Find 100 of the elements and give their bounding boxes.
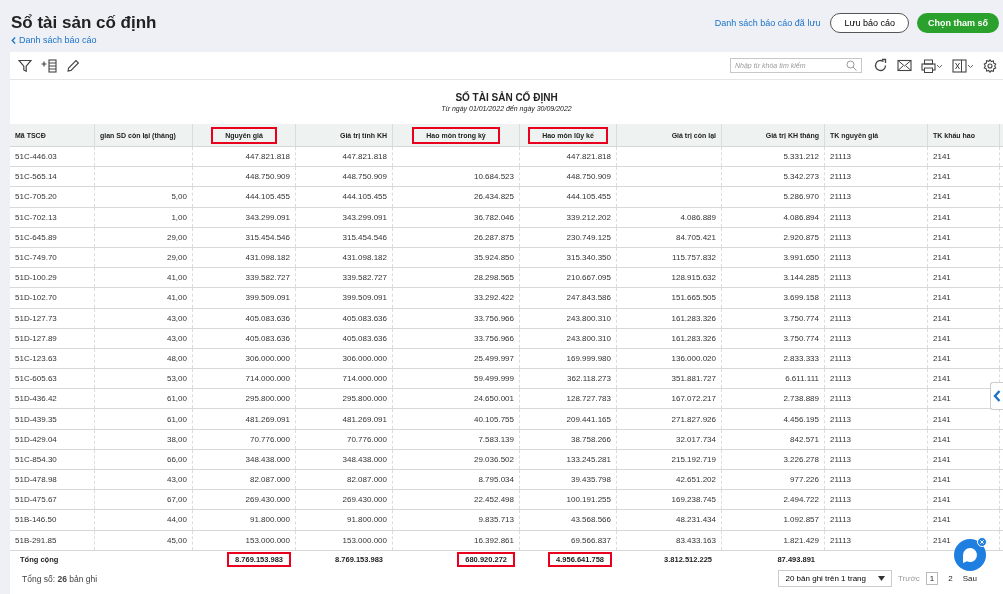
page-number[interactable]: 2 [944, 572, 957, 586]
table-cell: 343.299.091 [245, 212, 290, 222]
table-cell: 42.651.202 [675, 475, 716, 485]
table-cell: 51D-475.67 [15, 495, 57, 505]
table-cell: 38,00 [166, 434, 187, 444]
table-cell: 448.750.909 [566, 172, 611, 182]
table-cell: 115.757.832 [672, 253, 716, 263]
chat-bubble-icon[interactable] [953, 536, 989, 572]
table-cell: 247.843.586 [566, 293, 611, 303]
table-cell: 2141 [933, 434, 951, 444]
table-cell: 339.212.202 [566, 212, 611, 222]
table-cell: 306.000.000 [245, 353, 290, 363]
table-cell: 2141 [933, 273, 951, 283]
table-cell: 51C-123.63 [15, 353, 57, 363]
table-cell: 33.292.422 [473, 293, 514, 303]
table-cell: 21113 [830, 454, 852, 464]
table-cell: 21113 [830, 293, 852, 303]
table-cell: 315.340.350 [566, 253, 611, 263]
side-panel-tab[interactable] [990, 382, 1003, 410]
table-cell: 405.083.636 [342, 333, 387, 343]
table-cell: 2141 [933, 515, 951, 525]
record-count: Tổng số: 26 bản ghi [22, 573, 98, 584]
table-cell: 43,00 [166, 333, 187, 343]
table-cell: 2141 [933, 192, 951, 202]
table-cell: 2141 [933, 454, 951, 464]
mail-icon[interactable] [897, 59, 912, 72]
table-cell: 4.456.195 [783, 414, 819, 424]
table-cell: 66,00 [166, 454, 187, 464]
table-cell: 3.699.158 [783, 293, 819, 303]
table-cell: 51D-429.04 [15, 434, 57, 444]
table-cell: 61,00 [166, 394, 187, 404]
table-cell: 161.283.326 [671, 313, 716, 323]
table-cell: 4.086.889 [680, 212, 716, 222]
table-cell: 269.430.000 [342, 495, 387, 505]
table-cell: 161.283.326 [671, 333, 716, 343]
table-cell: 448.750.909 [342, 172, 387, 182]
save-report-button[interactable]: Lưu báo cáo [830, 13, 909, 33]
table-cell: 167.072.217 [671, 394, 716, 404]
table-cell: 714.000.000 [342, 374, 387, 384]
table-cell: 4.086.894 [783, 212, 819, 222]
table-cell: 21113 [830, 253, 852, 263]
pencil-icon[interactable] [66, 58, 80, 73]
table-cell: 51D-102.70 [15, 293, 57, 303]
table-cell: 21113 [830, 535, 852, 545]
table-cell: 82.087.000 [249, 475, 290, 485]
table-cell: 100.191.255 [566, 495, 611, 505]
settings-icon[interactable] [983, 58, 997, 73]
table-cell: 405.083.636 [245, 313, 290, 323]
table-cell: 21113 [830, 353, 852, 363]
table-cell: 842.571 [790, 434, 819, 444]
table-cell: 128.727.783 [566, 394, 611, 404]
table-cell: 21113 [830, 434, 852, 444]
table-cell: 21113 [830, 374, 852, 384]
table-cell: 51D-439.35 [15, 414, 57, 424]
table-cell: 405.083.636 [245, 333, 290, 343]
table-cell: 21113 [830, 495, 852, 505]
table-cell: 33.756.966 [473, 333, 514, 343]
table-cell: 2141 [933, 495, 951, 505]
table-cell: 51D-100.29 [15, 273, 57, 283]
table-cell: 10.684.523 [473, 172, 514, 182]
table-cell: 2141 [933, 232, 951, 242]
table-cell: 61,00 [166, 414, 187, 424]
page-size-dropdown[interactable]: 20 bản ghi trên 1 trang [778, 570, 892, 588]
table-cell: 444.105.455 [566, 192, 611, 202]
table-cell: 51D-436.42 [15, 394, 57, 404]
table-cell: 2141 [933, 475, 951, 485]
page-number[interactable]: 1 [925, 572, 939, 586]
table-cell: 481.269.091 [342, 414, 387, 424]
table-cell: 36.782.046 [473, 212, 514, 222]
next-link[interactable]: Sau [962, 574, 977, 584]
table-cell: 44,00 [166, 515, 187, 525]
filter-icon[interactable] [18, 58, 32, 73]
table-cell: 5.331.212 [783, 152, 819, 162]
table-cell: 28.298.565 [473, 273, 514, 283]
table-cell: 315.454.546 [245, 232, 290, 242]
refresh-icon[interactable] [873, 58, 888, 73]
back-link[interactable]: Danh sách báo cáo [11, 35, 157, 45]
table-cell: 1.821.429 [783, 535, 819, 545]
add-column-icon[interactable] [41, 58, 57, 73]
saved-reports-link[interactable]: Danh sách báo cáo đã lưu [714, 18, 821, 28]
table-cell: 444.105.455 [245, 192, 290, 202]
table-cell: 2141 [933, 212, 951, 222]
table-cell: 2141 [933, 535, 951, 545]
table-cell: 133.245.281 [566, 454, 611, 464]
excel-icon[interactable] [952, 58, 974, 73]
table-cell: 21113 [830, 333, 852, 343]
table-cell: 51B-146.50 [15, 515, 57, 525]
table-cell: 48,00 [166, 353, 187, 363]
table-cell: 8.795.034 [478, 475, 514, 485]
table-cell: 977.226 [790, 475, 819, 485]
table-cell: 24.650.001 [473, 394, 514, 404]
table-cell: 21113 [830, 212, 852, 222]
print-icon[interactable] [921, 58, 943, 73]
table-cell: 48.231.434 [675, 515, 716, 525]
table-cell: 243.800.310 [566, 313, 611, 323]
table-cell: 447.821.818 [342, 152, 387, 162]
table-cell: 3.750.774 [783, 313, 819, 323]
table-cell: 136.000.020 [671, 353, 716, 363]
table-cell: 431.098.182 [342, 253, 387, 263]
table-cell: 91.800.000 [249, 515, 290, 525]
